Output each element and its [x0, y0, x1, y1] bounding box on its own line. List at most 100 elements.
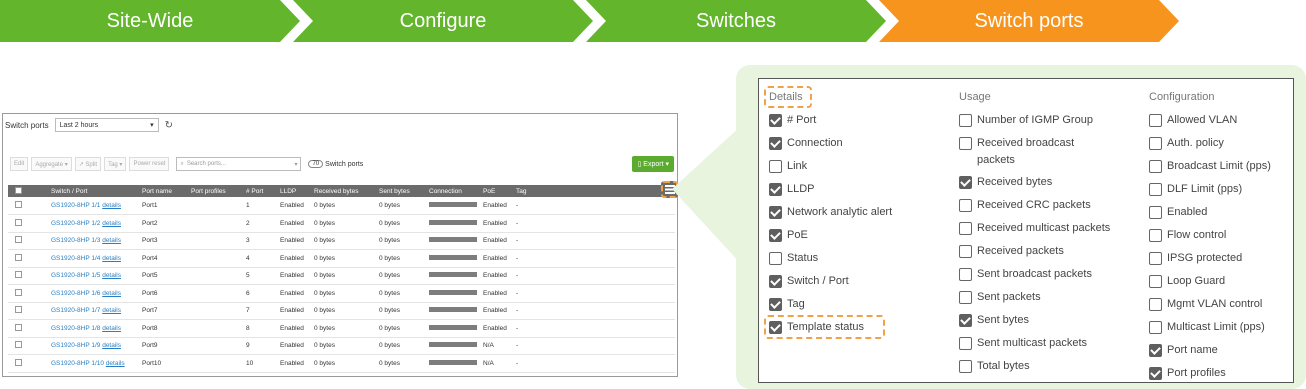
- table-row[interactable]: GS1920-8HP 1/3 details Port3 3 Enabled 0 byt…: [8, 232, 675, 250]
- details-link[interactable]: details: [102, 290, 121, 297]
- checkbox[interactable]: [1149, 321, 1162, 334]
- checkbox[interactable]: [769, 160, 782, 173]
- table-row[interactable]: GS1920-8HP 1/9 details Port9 9 Enabled 0 byt…: [8, 337, 675, 355]
- column-option-network-analytic-alert[interactable]: Network analytic alert: [769, 204, 892, 221]
- column-option-loop-guard[interactable]: Loop Guard: [1149, 273, 1225, 290]
- switch-port-link[interactable]: GS1920-8HP 1/8: [51, 325, 100, 332]
- checkbox[interactable]: [1149, 137, 1162, 150]
- checkbox[interactable]: [769, 298, 782, 311]
- details-link[interactable]: details: [102, 255, 121, 262]
- column-option-enabled[interactable]: Enabled: [1149, 204, 1207, 221]
- col-port-number[interactable]: # Port: [243, 185, 277, 197]
- row-checkbox[interactable]: [8, 267, 48, 285]
- column-option-broadcast-limit-pps[interactable]: Broadcast Limit (pps): [1149, 158, 1271, 175]
- checkbox[interactable]: [959, 337, 972, 350]
- checkbox[interactable]: [1149, 367, 1162, 380]
- details-link[interactable]: details: [102, 325, 121, 332]
- switch-port-link[interactable]: GS1920-8HP 1/1: [51, 202, 100, 209]
- details-link[interactable]: details: [102, 220, 121, 227]
- table-row[interactable]: GS1920-8HP 1/6 details Port6 6 Enabled 0 byt…: [8, 284, 675, 303]
- checkbox[interactable]: [1149, 275, 1162, 288]
- column-option-mgmt-vlan-control[interactable]: Mgmt VLAN control: [1149, 296, 1262, 313]
- crumb-configure[interactable]: Configure: [293, 0, 593, 42]
- details-link[interactable]: details: [102, 237, 121, 244]
- row-checkbox[interactable]: [8, 319, 48, 338]
- checkbox[interactable]: [959, 360, 972, 373]
- column-option-switch-port[interactable]: Switch / Port: [769, 273, 849, 290]
- refresh-icon[interactable]: ↻: [165, 120, 173, 131]
- details-link[interactable]: details: [102, 342, 121, 349]
- checkbox[interactable]: [959, 222, 972, 235]
- checkbox[interactable]: [769, 206, 782, 219]
- row-checkbox[interactable]: [8, 197, 48, 215]
- checkbox[interactable]: [959, 176, 972, 189]
- checkbox[interactable]: [959, 291, 972, 304]
- column-option-poe[interactable]: PoE: [769, 227, 808, 244]
- details-link[interactable]: details: [106, 360, 125, 367]
- column-option-sent-broadcast-packets[interactable]: Sent broadcast packets: [959, 266, 1092, 283]
- column-option-lldp[interactable]: LLDP: [769, 181, 815, 198]
- table-row[interactable]: GS1920-8HP 1/10 details Port10 10 Enabled 0 …: [8, 354, 675, 373]
- power-reset-button[interactable]: Power reset: [129, 157, 170, 171]
- col-connection[interactable]: Connection: [426, 185, 480, 197]
- checkbox[interactable]: [959, 268, 972, 281]
- column-option-number-of-igmp-group[interactable]: Number of IGMP Group: [959, 112, 1093, 129]
- column-option-template-status[interactable]: Template status: [769, 319, 864, 336]
- checkbox[interactable]: [769, 114, 782, 127]
- col-lldp[interactable]: LLDP: [277, 185, 311, 197]
- details-link[interactable]: details: [102, 272, 121, 279]
- export-button[interactable]: ▯ Export ▾: [632, 156, 674, 172]
- col-port-name[interactable]: Port name: [139, 185, 188, 197]
- switch-port-link[interactable]: GS1920-8HP 1/9: [51, 342, 100, 349]
- split-button[interactable]: ↗ Split: [74, 157, 102, 171]
- crumb-switches[interactable]: Switches: [586, 0, 886, 42]
- col-switch-port[interactable]: Switch / Port: [48, 185, 139, 197]
- column-option-multicast-limit-pps[interactable]: Multicast Limit (pps): [1149, 319, 1265, 336]
- checkbox[interactable]: [1149, 206, 1162, 219]
- column-option-connection[interactable]: Connection: [769, 135, 843, 152]
- column-option-flow-control[interactable]: Flow control: [1149, 227, 1226, 244]
- time-range-select[interactable]: Last 2 hours ▾: [54, 118, 159, 132]
- switch-port-link[interactable]: GS1920-8HP 1/7: [51, 307, 100, 314]
- checkbox[interactable]: [959, 137, 972, 150]
- col-port-profiles[interactable]: Port profiles: [188, 185, 243, 197]
- checkbox[interactable]: [959, 114, 972, 127]
- column-option-link[interactable]: Link: [769, 158, 807, 175]
- column-option-received-broadcast-packets[interactable]: Received broadcast packets: [959, 135, 1089, 169]
- table-row[interactable]: GS1920-8HP 1/8 details Port8 8 Enabled 0 byt…: [8, 319, 675, 338]
- row-checkbox[interactable]: [8, 249, 48, 268]
- column-option-status[interactable]: Status: [769, 250, 818, 267]
- crumb-switch-ports[interactable]: Switch ports: [879, 0, 1179, 42]
- checkbox[interactable]: [1149, 252, 1162, 265]
- column-option-sent-multicast-packets[interactable]: Sent multicast packets: [959, 335, 1087, 352]
- column-option-allowed-vlan[interactable]: Allowed VLAN: [1149, 112, 1237, 129]
- row-checkbox[interactable]: [8, 302, 48, 320]
- checkbox[interactable]: [769, 229, 782, 242]
- checkbox[interactable]: [959, 245, 972, 258]
- col-sent-bytes[interactable]: Sent bytes: [376, 185, 426, 197]
- column-option-auth-policy[interactable]: Auth. policy: [1149, 135, 1224, 152]
- details-link[interactable]: details: [102, 307, 121, 314]
- table-row[interactable]: GS1920-8HP 1/4 details Port4 4 Enabled 0 byt…: [8, 249, 675, 268]
- col-received-bytes[interactable]: Received bytes: [311, 185, 376, 197]
- checkbox[interactable]: [769, 252, 782, 265]
- column-option-port-profiles[interactable]: Port profiles: [1149, 365, 1226, 382]
- checkbox[interactable]: [1149, 229, 1162, 242]
- switch-port-link[interactable]: GS1920-8HP 1/6: [51, 290, 100, 297]
- crumb-site-wide[interactable]: Site-Wide: [0, 0, 300, 42]
- table-row[interactable]: GS1920-8HP 1/1 details Port1 1 Enabled 0 byt…: [8, 197, 675, 215]
- column-option-received-packets[interactable]: Received packets: [959, 243, 1064, 260]
- checkbox[interactable]: [769, 321, 782, 334]
- column-option-dlf-limit-pps[interactable]: DLF Limit (pps): [1149, 181, 1242, 198]
- column-option-sent-bytes[interactable]: Sent bytes: [959, 312, 1029, 329]
- edit-button[interactable]: Edit: [10, 157, 29, 171]
- column-option-tag[interactable]: Tag: [769, 296, 805, 313]
- switch-port-link[interactable]: GS1920-8HP 1/2: [51, 220, 100, 227]
- row-checkbox[interactable]: [8, 232, 48, 250]
- checkbox[interactable]: [769, 137, 782, 150]
- table-row[interactable]: GS1920-8HP 1/2 details Port2 2 Enabled 0 byt…: [8, 214, 675, 233]
- checkbox[interactable]: [959, 199, 972, 212]
- col-poe[interactable]: PoE: [480, 185, 513, 197]
- col-tag[interactable]: Tag: [513, 185, 675, 197]
- row-checkbox[interactable]: [8, 214, 48, 233]
